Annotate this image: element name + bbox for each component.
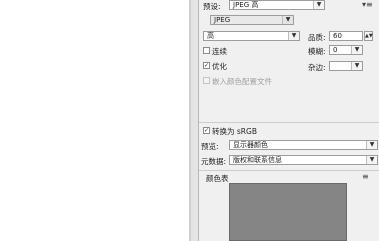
embed-profile-label: 嵌入颜色配置文件 <box>212 77 272 86</box>
matte-select[interactable]: ▼ <box>329 61 363 71</box>
chevron-down-icon: ▼ <box>288 32 299 40</box>
quality-preset-select[interactable]: 高 ▼ <box>203 31 300 41</box>
chevron-down-icon: ▼ <box>351 62 362 70</box>
quality-input[interactable]: 60 <box>329 31 363 41</box>
chevron-down-icon: ▼ <box>351 46 362 54</box>
panel-gutter <box>191 0 199 241</box>
format-select[interactable]: JPEG ▼ <box>210 15 294 25</box>
quality-preset-value: 高 <box>207 32 214 40</box>
panel-menu-icon[interactable]: ▾≡ <box>362 1 373 9</box>
preset-label: 预设: <box>203 2 221 11</box>
convert-srgb-checkbox[interactable]: ✓ <box>203 127 210 134</box>
quality-label: 品质: <box>308 33 326 42</box>
blur-value: 0 <box>333 46 338 54</box>
chevron-down-icon: ▼ <box>366 141 377 149</box>
section-divider <box>199 170 379 171</box>
format-value: JPEG <box>214 16 231 24</box>
quality-value: 60 <box>333 32 342 40</box>
section-divider <box>199 122 379 123</box>
blur-label: 模糊: <box>308 47 326 56</box>
preview-label: 预览: <box>201 142 219 151</box>
matte-label: 杂边: <box>308 63 326 72</box>
color-table-swatch <box>229 183 347 241</box>
progressive-checkbox[interactable] <box>203 47 210 54</box>
metadata-select[interactable]: 版权和联系信息 ▼ <box>229 155 378 165</box>
chevron-down-icon: ▼ <box>366 156 377 164</box>
preset-select[interactable]: JPEG 高 ▼ <box>229 0 325 10</box>
chevron-down-icon: ▼ <box>282 16 293 24</box>
metadata-label: 元数据: <box>201 157 227 166</box>
preview-value: 显示器颜色 <box>233 141 268 149</box>
optimized-checkbox[interactable]: ✓ <box>203 62 210 69</box>
chevron-down-icon: ▼ <box>313 1 324 9</box>
quality-spinner-icon[interactable]: ▲▼ <box>364 31 373 41</box>
optimized-label: 优化 <box>212 62 227 71</box>
blur-input[interactable]: 0 ▼ <box>329 45 363 55</box>
color-table-title: 颜色表 <box>206 174 229 183</box>
preview-canvas <box>0 0 189 241</box>
preset-value: JPEG 高 <box>233 1 259 9</box>
convert-srgb-label: 转换为 sRGB <box>212 127 257 136</box>
progressive-label: 连续 <box>212 47 227 56</box>
panel-menu-icon[interactable]: ≡ <box>362 173 369 181</box>
preview-select[interactable]: 显示器颜色 ▼ <box>229 140 378 150</box>
embed-profile-checkbox[interactable] <box>203 77 210 84</box>
metadata-value: 版权和联系信息 <box>233 156 282 164</box>
